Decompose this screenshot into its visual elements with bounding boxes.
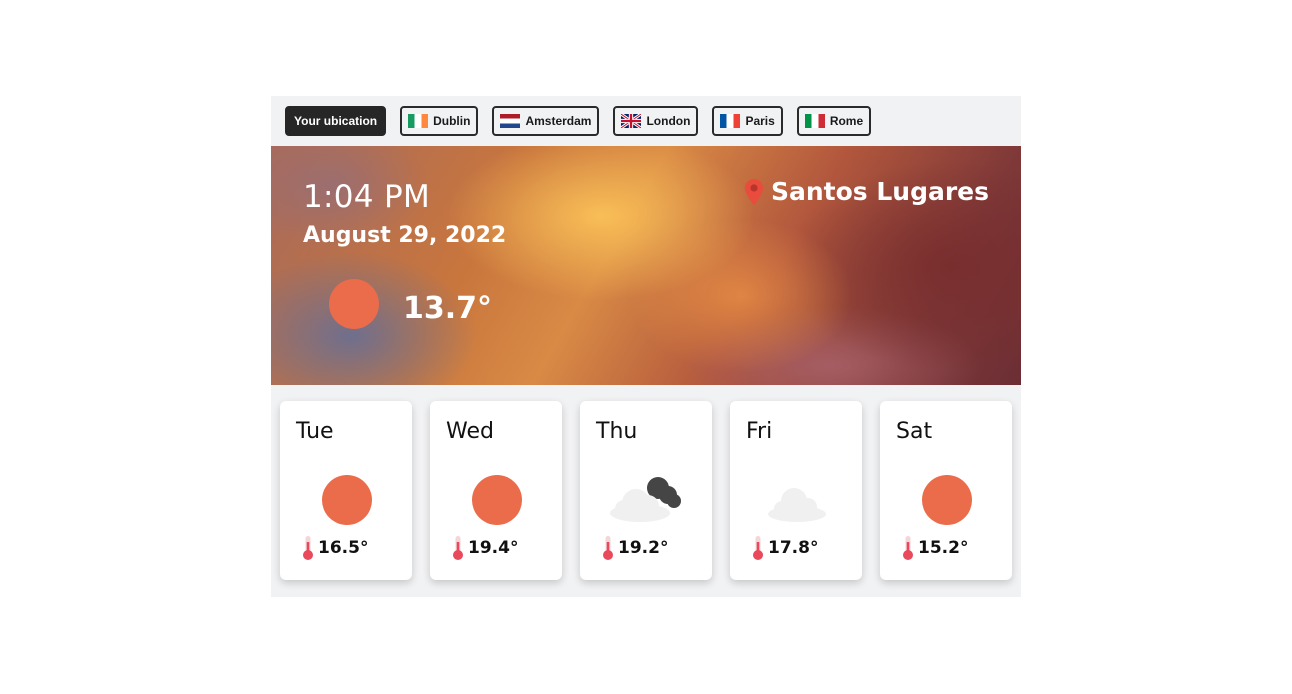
current-date: August 29, 2022 <box>303 223 507 248</box>
forecast-temperature-row: 19.4° <box>452 535 518 561</box>
forecast-temperature: 19.2° <box>618 538 669 558</box>
tab-label: Paris <box>745 114 775 128</box>
current-temperature: 13.7° <box>403 291 493 326</box>
thermometer-icon <box>603 536 613 560</box>
tab-label: London <box>646 114 691 128</box>
tab-label: Your ubication <box>294 114 378 128</box>
forecast-card-wed: Wed 19.4° <box>430 401 562 580</box>
forecast-day: Fri <box>746 419 773 444</box>
forecast-card-fri: Fri 17.8° <box>730 401 862 580</box>
cloudy-night-icon <box>608 473 684 529</box>
forecast-day: Tue <box>296 419 334 444</box>
tab-label: Amsterdam <box>525 114 592 128</box>
italy-flag-icon <box>804 114 825 128</box>
forecast-temperature-row: 16.5° <box>302 535 368 561</box>
tab-london[interactable]: London <box>613 106 699 136</box>
cloud-icon <box>758 473 834 529</box>
forecast-day: Thu <box>596 419 638 444</box>
location-name: Santos Lugares <box>770 177 989 206</box>
forecast-temperature-row: 15.2° <box>902 535 968 561</box>
forecast-temperature-row: 19.2° <box>602 535 668 561</box>
forecast-card-sat: Sat 15.2° <box>880 401 1012 580</box>
sun-icon <box>329 279 379 329</box>
thermometer-icon <box>753 536 763 560</box>
tab-label: Rome <box>829 114 864 128</box>
netherlands-flag-icon <box>500 114 521 128</box>
current-weather-panel: 1:04 PM August 29, 2022 Santos Lugares 1… <box>271 146 1021 385</box>
tab-dublin[interactable]: Dublin <box>400 106 479 136</box>
forecast-card-tue: Tue 16.5° <box>280 401 412 580</box>
forecast-temperature: 19.4° <box>468 538 519 558</box>
location-pin-icon <box>744 178 763 205</box>
tab-rome[interactable]: Rome <box>796 106 872 136</box>
thermometer-icon <box>453 536 463 560</box>
tab-amsterdam[interactable]: Amsterdam <box>492 106 600 136</box>
thermometer-icon <box>303 536 313 560</box>
forecast-list: Tue 16.5° Wed 19.4° Thu 19.2° Fri 17.8° … <box>280 401 1012 580</box>
sun-icon <box>472 475 522 525</box>
forecast-card-thu: Thu 19.2° <box>580 401 712 580</box>
sun-icon <box>322 475 372 525</box>
forecast-temperature: 15.2° <box>918 538 969 558</box>
france-flag-icon <box>720 114 741 128</box>
forecast-day: Sat <box>896 419 933 444</box>
current-time: 1:04 PM <box>303 179 431 215</box>
sun-icon <box>922 475 972 525</box>
uk-flag-icon <box>621 114 642 128</box>
tab-paris[interactable]: Paris <box>712 106 783 136</box>
forecast-day: Wed <box>446 419 494 444</box>
ireland-flag-icon <box>408 114 429 128</box>
tab-your-ubication[interactable]: Your ubication <box>285 106 387 136</box>
forecast-temperature: 17.8° <box>768 538 819 558</box>
thermometer-icon <box>903 536 913 560</box>
tab-label: Dublin <box>433 114 471 128</box>
forecast-temperature-row: 17.8° <box>752 535 818 561</box>
location: Santos Lugares <box>744 177 989 206</box>
city-tabs: Your ubication Dublin Amsterdam London P… <box>271 96 1021 146</box>
weather-app: Your ubication Dublin Amsterdam London P… <box>271 96 1021 597</box>
forecast-temperature: 16.5° <box>318 538 369 558</box>
